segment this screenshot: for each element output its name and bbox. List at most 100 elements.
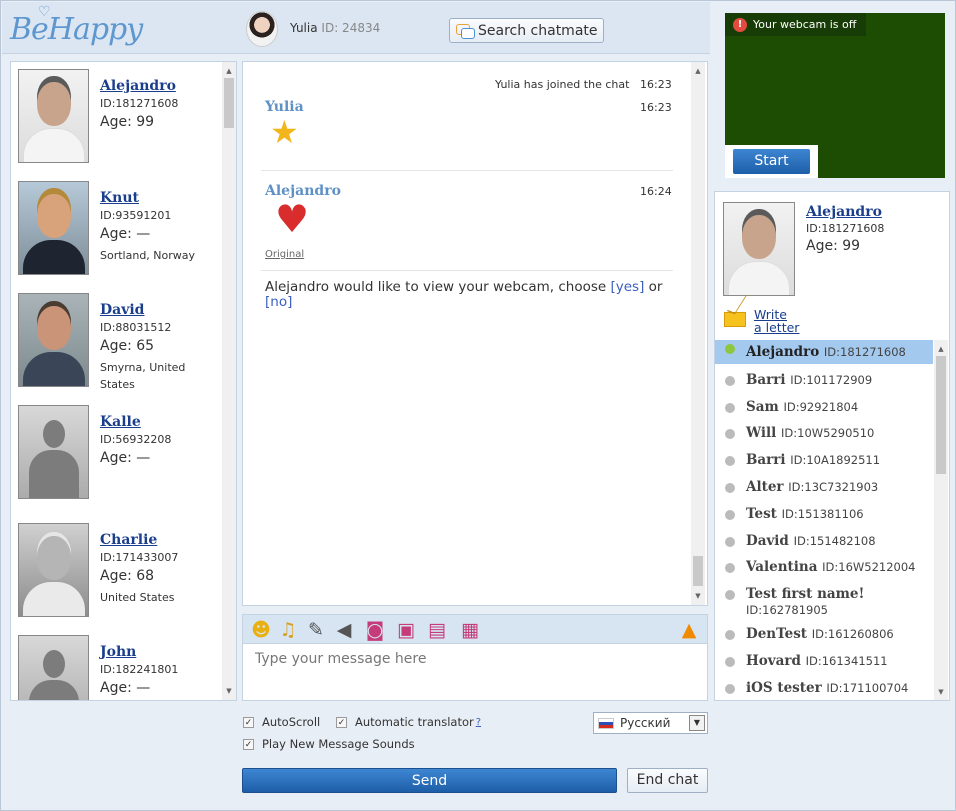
logo[interactable]: BeHappy — [10, 12, 143, 47]
scrollbar-thumb[interactable] — [693, 556, 703, 586]
scroll-up-arrow-icon[interactable]: ▲ — [934, 342, 948, 356]
message-input-placeholder: Type your message here — [255, 651, 427, 667]
online-user-id: ID:13C7321903 — [788, 480, 879, 494]
smiley-icon[interactable]: ☻ — [249, 619, 273, 641]
online-user-item[interactable]: Alter ID:13C7321903 — [715, 479, 933, 495]
contact-name[interactable]: Charlie — [100, 532, 157, 548]
contact-photo[interactable] — [18, 405, 89, 499]
translator-checkbox[interactable]: ✓ — [336, 716, 347, 728]
alert-icon: ! — [733, 17, 747, 32]
online-user-item[interactable]: Valentina ID:16W5212004 — [715, 559, 933, 575]
send-button[interactable]: Send — [242, 768, 617, 793]
scrollbar-thumb[interactable] — [224, 78, 234, 128]
contacts-list[interactable]: Alejandro ID:181271608 Age: 99 Knut ID:9… — [10, 61, 237, 701]
autoscroll-checkbox[interactable]: ✓ — [243, 716, 254, 728]
online-user-item[interactable]: Test ID:151381106 — [715, 506, 933, 522]
end-chat-button[interactable]: End chat — [627, 768, 708, 793]
offline-status-icon — [725, 630, 735, 640]
translator-help-link[interactable]: ? — [476, 717, 481, 728]
offline-status-icon — [725, 403, 735, 413]
warning-icon[interactable]: ▲ — [677, 619, 701, 641]
online-user-item[interactable]: Hovard ID:161341511 — [715, 653, 933, 669]
contacts-scrollbar[interactable]: ▲ ▼ — [222, 62, 236, 700]
online-users-list[interactable]: Alejandro ID:181271608 Barri ID:10117290… — [715, 340, 935, 700]
write-letter-line2: a letter — [754, 320, 800, 335]
image-icon[interactable]: ▣ — [392, 619, 420, 641]
online-user-item[interactable]: DenTest ID:161260806 — [715, 626, 933, 642]
autoscroll-option[interactable]: ✓ AutoScroll — [243, 715, 320, 729]
speaker-icon[interactable]: ◀ — [332, 619, 356, 641]
translator-option[interactable]: ✓ Automatic translator ? — [336, 715, 481, 729]
self-id: ID: 24834 — [321, 21, 381, 35]
webcam-status: ! Your webcam is off — [725, 13, 867, 36]
bell-icon[interactable]: ♫ — [276, 619, 300, 641]
contact-id: ID:93591201 — [100, 209, 172, 222]
scroll-up-arrow-icon[interactable]: ▲ — [222, 64, 236, 78]
online-user-name: iOS tester — [746, 680, 822, 696]
message-time: 16:23 — [640, 78, 672, 91]
search-chatmate-button[interactable]: Search chatmate — [449, 18, 604, 43]
online-user-id: ID:161260806 — [811, 627, 894, 641]
online-user-id: ID:181271608 — [823, 345, 906, 359]
webcam-status-text: Your webcam is off — [753, 18, 857, 31]
contact-card[interactable]: Kalle ID:56932208 Age: — — [18, 405, 218, 515]
contact-photo[interactable] — [18, 523, 89, 617]
contact-name[interactable]: John — [100, 644, 136, 660]
offline-status-icon — [725, 456, 735, 466]
contact-age: Age: 99 — [100, 114, 155, 130]
sounds-checkbox[interactable]: ✓ — [243, 738, 254, 750]
online-list-scrollbar[interactable]: ▲ ▼ — [934, 340, 948, 700]
envelope-icon[interactable] — [724, 312, 746, 327]
offline-status-icon — [725, 376, 735, 386]
contact-card[interactable]: Knut ID:93591201 Age: — Sortland, Norway — [18, 181, 218, 291]
profile-id: ID:181271608 — [806, 222, 885, 235]
online-user-item[interactable]: iOS tester ID:171100704 — [715, 680, 933, 696]
pen-icon[interactable]: ✎ — [304, 619, 328, 641]
contact-photo[interactable] — [18, 293, 89, 387]
chat-scrollbar[interactable]: ▲ ▼ — [691, 62, 705, 605]
write-letter-link[interactable]: Write a letter — [754, 308, 799, 334]
online-user-item[interactable]: Sam ID:92921804 — [715, 399, 933, 415]
online-user-item[interactable]: Barri ID:101172909 — [715, 372, 933, 388]
camera-icon[interactable]: ◙ — [361, 619, 389, 641]
chevron-down-icon[interactable]: ▼ — [689, 715, 705, 731]
profile-photo[interactable] — [723, 202, 795, 296]
message-divider — [261, 270, 673, 271]
contact-photo[interactable] — [18, 635, 89, 700]
contact-card[interactable]: Alejandro ID:181271608 Age: 99 — [18, 69, 218, 179]
contact-card[interactable]: Charlie ID:171433007 Age: 68 United Stat… — [18, 523, 218, 633]
online-user-item[interactable]: Will ID:10W5290510 — [715, 425, 933, 441]
online-user-id: ID:162781905 — [746, 603, 828, 617]
profile-name[interactable]: Alejandro — [806, 204, 882, 220]
contact-name[interactable]: Kalle — [100, 414, 141, 430]
message-input[interactable]: Type your message here — [242, 643, 708, 701]
online-user-item[interactable]: Test first name! ID:162781905 — [715, 586, 933, 618]
online-user-item[interactable]: Alejandro ID:181271608 — [715, 340, 933, 364]
video-icon[interactable]: ▦ — [455, 619, 485, 641]
contact-name[interactable]: Alejandro — [100, 78, 176, 94]
contact-card[interactable]: David ID:88031512 Age: 65 Smyrna, United… — [18, 293, 218, 403]
gallery-icon[interactable]: ▤ — [425, 619, 449, 641]
scrollbar-thumb[interactable] — [936, 356, 946, 474]
accept-webcam-link[interactable]: [yes] — [611, 279, 645, 295]
scroll-down-arrow-icon[interactable]: ▼ — [222, 684, 236, 698]
online-user-id: ID:16W5212004 — [822, 560, 916, 574]
scroll-up-arrow-icon[interactable]: ▲ — [691, 64, 705, 78]
language-select[interactable]: Русский ▼ — [593, 712, 708, 734]
contact-card[interactable]: John ID:182241801 Age: — — [18, 635, 218, 700]
online-user-name: David — [746, 533, 789, 549]
contact-name[interactable]: David — [100, 302, 144, 318]
start-webcam-button[interactable]: Start — [733, 149, 810, 174]
online-user-item[interactable]: David ID:151482108 — [715, 533, 933, 549]
message-time: 16:23 — [640, 101, 672, 114]
contact-name[interactable]: Knut — [100, 190, 139, 206]
original-link[interactable]: Original — [265, 249, 304, 260]
decline-webcam-link[interactable]: [no] — [265, 294, 292, 310]
online-user-item[interactable]: Barri ID:10A1892511 — [715, 452, 933, 468]
contact-photo[interactable] — [18, 181, 89, 275]
sounds-option[interactable]: ✓ Play New Message Sounds — [243, 737, 415, 751]
autoscroll-label: AutoScroll — [262, 715, 321, 729]
scroll-down-arrow-icon[interactable]: ▼ — [934, 685, 948, 699]
contact-photo[interactable] — [18, 69, 89, 163]
scroll-down-arrow-icon[interactable]: ▼ — [691, 589, 705, 603]
